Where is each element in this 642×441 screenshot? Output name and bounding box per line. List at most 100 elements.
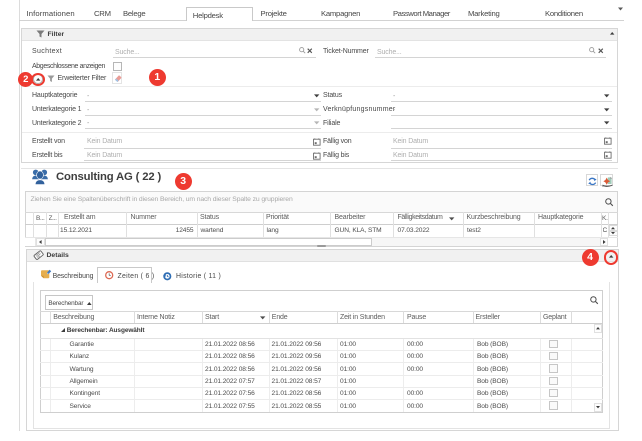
zeiten-cell-start-0: 21.01.2022 08:56: [205, 341, 255, 348]
tickets-row-spinner[interactable]: [609, 225, 618, 236]
annotation-4: 4: [582, 249, 599, 266]
verknuepfung-value[interactable]: -: [393, 107, 395, 114]
tab-projekte[interactable]: Projekte: [261, 9, 287, 18]
zeiten-colline-h6: [473, 311, 474, 323]
faellig-bis-calendar-icon[interactable]: [604, 151, 612, 159]
tickets-col-nummer[interactable]: Nummer: [131, 214, 157, 221]
zeiten-col-ende[interactable]: Ende: [272, 314, 288, 321]
tab-informationen[interactable]: Informationen: [27, 9, 75, 18]
faellig-von-value[interactable]: Kein Datum: [393, 138, 428, 145]
status-label: Status: [323, 92, 342, 99]
suchtext-input[interactable]: Suche...: [115, 49, 139, 56]
tickets-col-k[interactable]: K...: [602, 215, 608, 222]
zeiten-group-chip-label: Berechenbar: [48, 299, 83, 308]
zeiten-geplant-checkbox-1[interactable]: [549, 352, 558, 361]
zeiten-cell-ende-1: 21.01.2022 09:56: [272, 353, 322, 360]
zeiten-geplant-checkbox-2[interactable]: [549, 364, 558, 373]
tab-helpdesk-active[interactable]: Helpdesk: [186, 7, 253, 22]
verknuepfung-dropdown-icon[interactable]: [604, 108, 610, 112]
faellig-bis-value[interactable]: Kein Datum: [393, 152, 428, 159]
zeiten-col-pause[interactable]: Pause: [407, 314, 426, 321]
tickets-col-erstellt-am[interactable]: Erstellt am: [64, 214, 95, 221]
tab-overflow-icon[interactable]: [618, 7, 624, 11]
tab-zeiten-label: Zeiten ( 6 ): [118, 272, 155, 281]
zeiten-group-chip[interactable]: Berechenbar: [45, 295, 93, 310]
unterkategorie2-dropdown-icon[interactable]: [314, 121, 320, 125]
verknuepfung-label: Verknüpfungsnummer: [323, 106, 395, 113]
tickets-col-kurzbeschreibung[interactable]: Kurzbeschreibung: [467, 214, 521, 221]
export-button[interactable]: [600, 174, 613, 186]
zeiten-col-interne-notiz[interactable]: Interne Notiz: [137, 314, 175, 321]
spinner-up-icon: [611, 227, 615, 230]
tickets-col-hauptkategorie[interactable]: Hauptkategorie: [538, 214, 583, 221]
zeiten-cell-ersteller-3: Bob (BOB): [477, 378, 508, 385]
chip-sort-asc-icon: [87, 302, 92, 306]
tab-konditionen[interactable]: Konditionen: [545, 9, 583, 18]
zeiten-geplant-checkbox-3[interactable]: [549, 377, 558, 386]
status-dropdown-icon[interactable]: [604, 94, 610, 98]
zeiten-col-geplant[interactable]: Geplant: [543, 314, 566, 321]
zeiten-geplant-checkbox-4[interactable]: [549, 389, 558, 398]
filter-panel-header[interactable]: [22, 29, 618, 41]
unterkategorie1-dropdown-icon[interactable]: [314, 108, 320, 112]
zeiten-col-ersteller[interactable]: Ersteller: [476, 314, 500, 321]
tickets-col-faelligkeitsdatum[interactable]: Fälligkeitsdatum: [398, 214, 443, 221]
tickets-col-z[interactable]: Z...: [49, 215, 59, 222]
erstellt-von-calendar-icon[interactable]: [313, 138, 321, 146]
tab-passwort-manager[interactable]: Passwort Manager: [393, 9, 450, 18]
zeiten-search-icon[interactable]: [590, 296, 599, 305]
tab-kampagnen[interactable]: Kampagnen: [321, 9, 360, 18]
group-expand-icon[interactable]: [61, 328, 66, 333]
tickets-title: Consulting AG ( 22 ): [56, 171, 161, 183]
zeiten-colline-h2: [202, 311, 203, 323]
abgeschlossene-label: Abgeschlossene anzeigen: [32, 63, 105, 70]
zeiten-cell-start-1: 21.01.2022 08:56: [205, 353, 255, 360]
hauptkategorie-value[interactable]: -: [87, 93, 89, 100]
tab-historie[interactable]: Historie ( 11 ): [176, 272, 221, 281]
zeiten-cell-ersteller-4: Bob (BOB): [477, 390, 508, 397]
zeiten-cell-beschreibung-0: Garantie: [70, 341, 95, 348]
tickets-col-prioritaet[interactable]: Priorität: [266, 214, 289, 221]
unterkategorie2-value[interactable]: -: [87, 120, 89, 127]
suchtext-clear-icon[interactable]: [307, 48, 313, 54]
tickets-row[interactable]: [25, 224, 608, 237]
zeiten-cell-ende-2: 21.01.2022 09:56: [272, 366, 322, 373]
zeiten-cell-beschreibung-3: Allgemein: [70, 378, 98, 385]
filter-collapse-icon[interactable]: [610, 32, 615, 35]
tab-crm[interactable]: CRM: [94, 9, 111, 18]
ticketnummer-search-icon[interactable]: [589, 47, 596, 54]
zeiten-cell-ersteller-0: Bob (BOB): [477, 341, 508, 348]
tab-helpdesk-label: Helpdesk: [193, 10, 223, 22]
details-panel-header[interactable]: [27, 250, 618, 262]
verknuepfung-underline: [391, 115, 612, 116]
filiale-dropdown-icon[interactable]: [604, 121, 610, 125]
splitter-grip[interactable]: [317, 245, 327, 247]
tickets-search-icon[interactable]: [605, 198, 614, 207]
faellig-von-calendar-icon[interactable]: [604, 137, 612, 145]
ticketnummer-clear-icon[interactable]: [598, 48, 604, 54]
eraser-button[interactable]: [112, 72, 122, 84]
zeiten-geplant-checkbox-5[interactable]: [549, 401, 558, 410]
erstellt-von-value[interactable]: Kein Datum: [87, 138, 122, 145]
tab-marketing[interactable]: Marketing: [468, 9, 500, 18]
suchtext-search-icon[interactable]: [299, 47, 306, 54]
zeiten-col-start[interactable]: Start: [205, 314, 219, 321]
tickets-col-bearbeiter[interactable]: Bearbeiter: [335, 214, 366, 221]
tab-beschreibung[interactable]: Beschreibung: [53, 272, 94, 281]
refresh-button[interactable]: [586, 174, 599, 186]
abgeschlossene-checkbox[interactable]: [113, 62, 122, 71]
unterkategorie1-value[interactable]: -: [87, 107, 89, 114]
erstellt-bis-value[interactable]: Kein Datum: [87, 152, 122, 159]
zeiten-cell-zeit-1: 01:00: [340, 353, 356, 360]
tickets-col-b[interactable]: B...: [36, 215, 46, 222]
erstellt-bis-calendar-icon[interactable]: [313, 152, 321, 160]
zeiten-col-beschreibung[interactable]: Beschreibung: [53, 314, 94, 321]
ticketnummer-input[interactable]: Suche...: [377, 49, 401, 56]
zeiten-colline-h8: [571, 311, 572, 323]
zeiten-geplant-checkbox-0[interactable]: [549, 340, 558, 349]
hauptkategorie-dropdown-icon[interactable]: [314, 94, 320, 98]
tab-belege[interactable]: Belege: [123, 9, 145, 18]
zeiten-col-zeit[interactable]: Zeit in Stunden: [340, 314, 385, 321]
status-value[interactable]: -: [393, 93, 395, 100]
tickets-col-status[interactable]: Status: [200, 214, 219, 221]
